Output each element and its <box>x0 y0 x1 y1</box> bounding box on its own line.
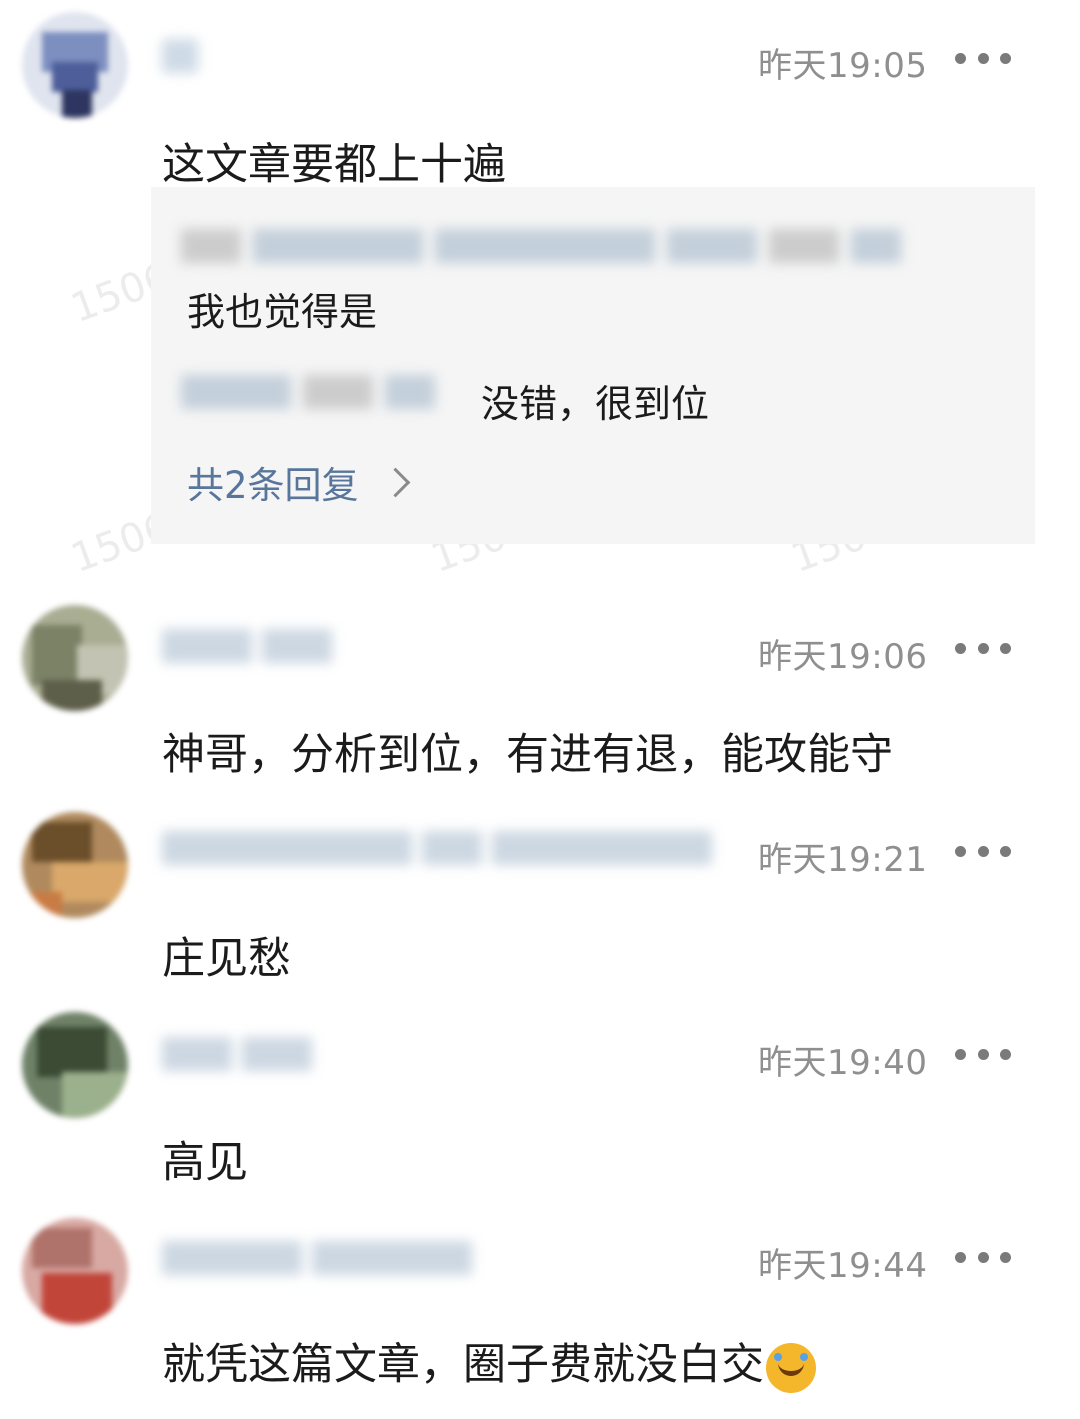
avatar[interactable] <box>22 812 128 918</box>
reply-text: 没错，很到位 <box>481 382 710 426</box>
avatar[interactable] <box>22 1218 128 1324</box>
comment-text: 这文章要都上十遍 <box>162 140 506 190</box>
more-dots-icon[interactable] <box>955 1044 1011 1064</box>
reply-count-label: 共2条回复 <box>187 464 359 507</box>
username[interactable] <box>162 822 772 874</box>
username[interactable] <box>162 1028 332 1080</box>
laughing-tears-emoji-icon <box>766 1342 816 1393</box>
chevron-right-icon <box>380 467 410 497</box>
reply-text: 我也觉得是 <box>187 290 378 334</box>
comment-text: 就凭这篇文章，圈子费就没白交 <box>162 1330 816 1393</box>
comment-text: 高见 <box>162 1138 248 1188</box>
avatar[interactable] <box>22 12 128 118</box>
username[interactable] <box>162 620 352 672</box>
reply-count-link[interactable]: 共2条回复 <box>187 455 410 509</box>
more-dots-icon[interactable] <box>955 48 1011 68</box>
avatar[interactable] <box>22 1012 128 1118</box>
comment-text: 神哥，分析到位，有进有退，能攻能守 <box>162 730 893 780</box>
avatar[interactable] <box>22 605 128 711</box>
comment-time: 昨天19:44 <box>758 1246 928 1286</box>
more-dots-icon[interactable] <box>955 841 1011 861</box>
comment-text-content: 就凭这篇文章，圈子费就没白交 <box>162 1340 764 1390</box>
more-dots-icon[interactable] <box>955 1247 1011 1267</box>
reply-username[interactable] <box>181 375 481 419</box>
username[interactable] <box>162 30 222 82</box>
comment-time: 昨天19:06 <box>758 637 928 677</box>
comment-time: 昨天19:21 <box>758 840 928 880</box>
reply-username[interactable] <box>181 229 961 273</box>
more-dots-icon[interactable] <box>955 638 1011 658</box>
comment-time: 昨天19:40 <box>758 1043 928 1083</box>
comment-text: 庄见愁 <box>162 934 291 984</box>
username[interactable] <box>162 1232 502 1284</box>
comment-time: 昨天19:05 <box>758 46 928 86</box>
reply-box: 我也觉得是 没错，很到位 共2条回复 <box>151 187 1035 544</box>
